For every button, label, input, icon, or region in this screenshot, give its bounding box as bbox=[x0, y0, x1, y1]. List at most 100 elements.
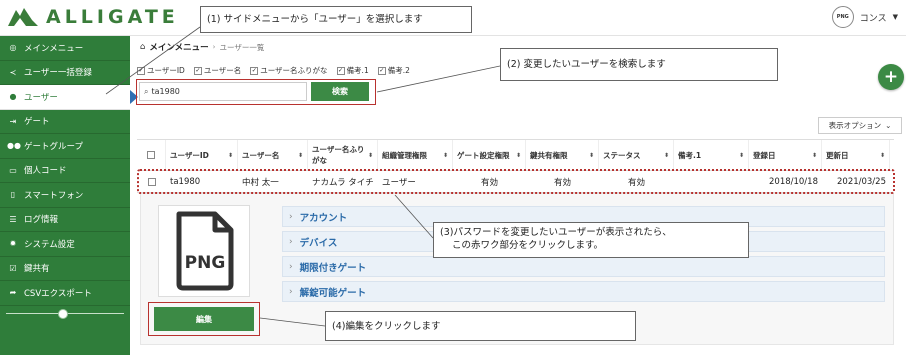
column-header[interactable]: ユーザー名 ⬍ bbox=[238, 140, 308, 170]
annotation-step3-line2: この赤ワク部分をクリックします。 bbox=[452, 240, 604, 251]
annotation-step4: (4)編集をクリックします bbox=[325, 311, 636, 341]
column-header-label: ユーザーID bbox=[170, 150, 209, 160]
column-toggle[interactable]: ✓ ユーザー名 bbox=[193, 65, 242, 76]
sidebar-item[interactable]: ☰ ログ情報 bbox=[0, 208, 130, 232]
sidebar-item-label: スマートフォン bbox=[24, 190, 84, 201]
sidebar-item[interactable]: ● ユーザー bbox=[0, 85, 138, 110]
column-header[interactable]: 登録日 ⬍ bbox=[749, 140, 822, 170]
display-options-label: 表示オプション bbox=[828, 121, 882, 130]
sidebar-item[interactable]: ◎ メインメニュー bbox=[0, 36, 130, 61]
user-menu[interactable]: PNG コンス ▼ bbox=[831, 6, 898, 28]
sidebar-item-label: システム設定 bbox=[24, 239, 75, 250]
sort-icon[interactable]: ⬍ bbox=[516, 152, 521, 159]
add-user-button[interactable]: + bbox=[878, 64, 904, 90]
column-toggle-label: ユーザーID bbox=[147, 66, 185, 75]
column-toggle[interactable]: ✓ 備考.1 bbox=[336, 65, 369, 76]
app-logo[interactable]: ALLIGATE bbox=[6, 6, 179, 28]
sidebar-item-label: 個人コード bbox=[24, 166, 67, 177]
chevron-right-icon: › bbox=[289, 261, 293, 272]
sort-icon[interactable]: ⬍ bbox=[589, 152, 594, 159]
caret-down-icon: ▼ bbox=[892, 13, 898, 21]
alligator-logo-icon bbox=[6, 6, 40, 28]
column-header[interactable]: ユーザーID ⬍ bbox=[166, 140, 238, 170]
sort-icon[interactable]: ⬍ bbox=[812, 152, 817, 159]
user-name: コンス bbox=[859, 13, 887, 24]
sort-icon[interactable]: ⬍ bbox=[739, 152, 744, 159]
sidebar-item[interactable]: ➦ CSVエクスポート bbox=[0, 281, 130, 306]
chevron-right-icon: › bbox=[289, 286, 293, 297]
users-icon: ●● bbox=[7, 141, 21, 151]
sidebar-item-label: ゲート bbox=[24, 117, 50, 128]
display-options-button[interactable]: 表示オプション ⌄ bbox=[818, 117, 902, 134]
column-toggle[interactable]: ✓ 備考.2 bbox=[377, 65, 410, 76]
column-header-label: 更新日 bbox=[826, 150, 849, 160]
export-icon: ➦ bbox=[9, 288, 17, 298]
row-highlight-box bbox=[137, 169, 895, 194]
column-header-label: 鍵共有権限 bbox=[530, 150, 568, 160]
sidebar-item-label: ゲートグループ bbox=[24, 141, 83, 152]
detail-section[interactable]: › 解錠可能ゲート bbox=[282, 281, 885, 302]
sidebar-item[interactable]: ⇥ ゲート bbox=[0, 110, 130, 134]
checkbox[interactable]: ✓ bbox=[193, 66, 202, 75]
column-header[interactable]: ユーザー名ふりがな ⬍ bbox=[308, 140, 378, 170]
share-icon: ≺ bbox=[9, 67, 17, 77]
breadcrumb-home[interactable]: メインメニュー bbox=[149, 41, 208, 53]
sign-in-icon: ⇥ bbox=[9, 116, 17, 126]
sidebar-slider[interactable] bbox=[6, 308, 124, 320]
sidebar-item[interactable]: ▯ スマートフォン bbox=[0, 183, 130, 208]
column-toggle[interactable]: ✓ ユーザー名ふりがな bbox=[250, 65, 328, 76]
annotation-step3: (3)パスワードを変更したいユーザーが表示されたら、 この赤ワク部分をクリックし… bbox=[433, 222, 749, 258]
column-header[interactable]: 更新日 ⬍ bbox=[822, 140, 890, 170]
detail-section-label: 期限付きゲート bbox=[299, 262, 367, 274]
column-header[interactable]: ステータス ⬍ bbox=[599, 140, 674, 170]
select-all-cell bbox=[137, 140, 166, 170]
sidebar-item[interactable]: ✹ システム設定 bbox=[0, 232, 130, 257]
column-header[interactable]: ゲート設定権限 ⬍ bbox=[453, 140, 526, 170]
phone-icon: ▯ bbox=[10, 190, 16, 200]
checkbox[interactable]: ✓ bbox=[377, 66, 386, 75]
sort-icon[interactable]: ⬍ bbox=[368, 152, 373, 159]
column-toggle-label: ユーザー名 bbox=[203, 66, 242, 75]
dashboard-icon: ◎ bbox=[9, 43, 17, 53]
home-icon[interactable]: ⌂ bbox=[140, 42, 145, 52]
sort-icon[interactable]: ⬍ bbox=[443, 152, 448, 159]
column-header-label: ステータス bbox=[603, 150, 641, 160]
annotation-step2: (2) 変更したいユーザーを検索します bbox=[500, 48, 778, 81]
edit-highlight-box bbox=[148, 302, 260, 336]
detail-section[interactable]: › 期限付きゲート bbox=[282, 256, 885, 277]
detail-section-label: デバイス bbox=[299, 237, 338, 249]
chevron-right-icon: › bbox=[289, 211, 293, 222]
column-header-label: ゲート設定権限 bbox=[457, 150, 510, 160]
checkbox[interactable]: ✓ bbox=[336, 66, 345, 75]
sort-icon[interactable]: ⬍ bbox=[228, 152, 233, 159]
column-header[interactable]: 鍵共有権限 ⬍ bbox=[526, 140, 599, 170]
card-icon: ▭ bbox=[9, 165, 17, 175]
table-header: ユーザーID ⬍ ユーザー名 ⬍ ユーザー名ふりがな ⬍ 組織管理権限 ⬍ ゲート設定権限 ⬍ 鍵共… bbox=[137, 140, 894, 171]
breadcrumb-separator-icon: › bbox=[212, 43, 216, 51]
sidebar-item[interactable]: ▭ 個人コード bbox=[0, 159, 130, 183]
select-all-checkbox[interactable] bbox=[147, 151, 155, 159]
column-toggle[interactable]: ✓ ユーザーID bbox=[137, 65, 185, 76]
detail-section-label: アカウント bbox=[299, 212, 348, 224]
column-toggle-label: 備考.1 bbox=[346, 66, 369, 75]
checkbox[interactable]: ✓ bbox=[137, 66, 145, 75]
user-icon: ● bbox=[9, 92, 17, 102]
sidebar-item[interactable]: ☑ 鍵共有 bbox=[0, 257, 130, 281]
column-header-label: ユーザー名 bbox=[242, 150, 280, 160]
avatar: PNG bbox=[831, 6, 854, 28]
column-header[interactable]: 備考.1 ⬍ bbox=[674, 140, 749, 170]
sidebar-item[interactable]: ≺ ユーザー一括登録 bbox=[0, 61, 130, 85]
column-header-label: 組織管理権限 bbox=[382, 150, 427, 160]
sort-icon[interactable]: ⬍ bbox=[880, 152, 885, 159]
sort-icon[interactable]: ⬍ bbox=[298, 152, 303, 159]
gear-icon: ✹ bbox=[9, 239, 17, 249]
column-header[interactable]: 組織管理権限 ⬍ bbox=[378, 140, 453, 170]
checkbox[interactable]: ✓ bbox=[250, 66, 259, 75]
sort-icon[interactable]: ⬍ bbox=[664, 152, 669, 159]
breadcrumb-current: ユーザー一覧 bbox=[219, 42, 265, 52]
column-header-label: 登録日 bbox=[753, 150, 776, 160]
sidebar-item[interactable]: ●● ゲートグループ bbox=[0, 134, 130, 159]
list-icon: ☰ bbox=[9, 214, 17, 224]
annotation-step3-line1: (3)パスワードを変更したいユーザーが表示されたら、 bbox=[440, 227, 672, 238]
slider-knob[interactable] bbox=[58, 309, 68, 319]
